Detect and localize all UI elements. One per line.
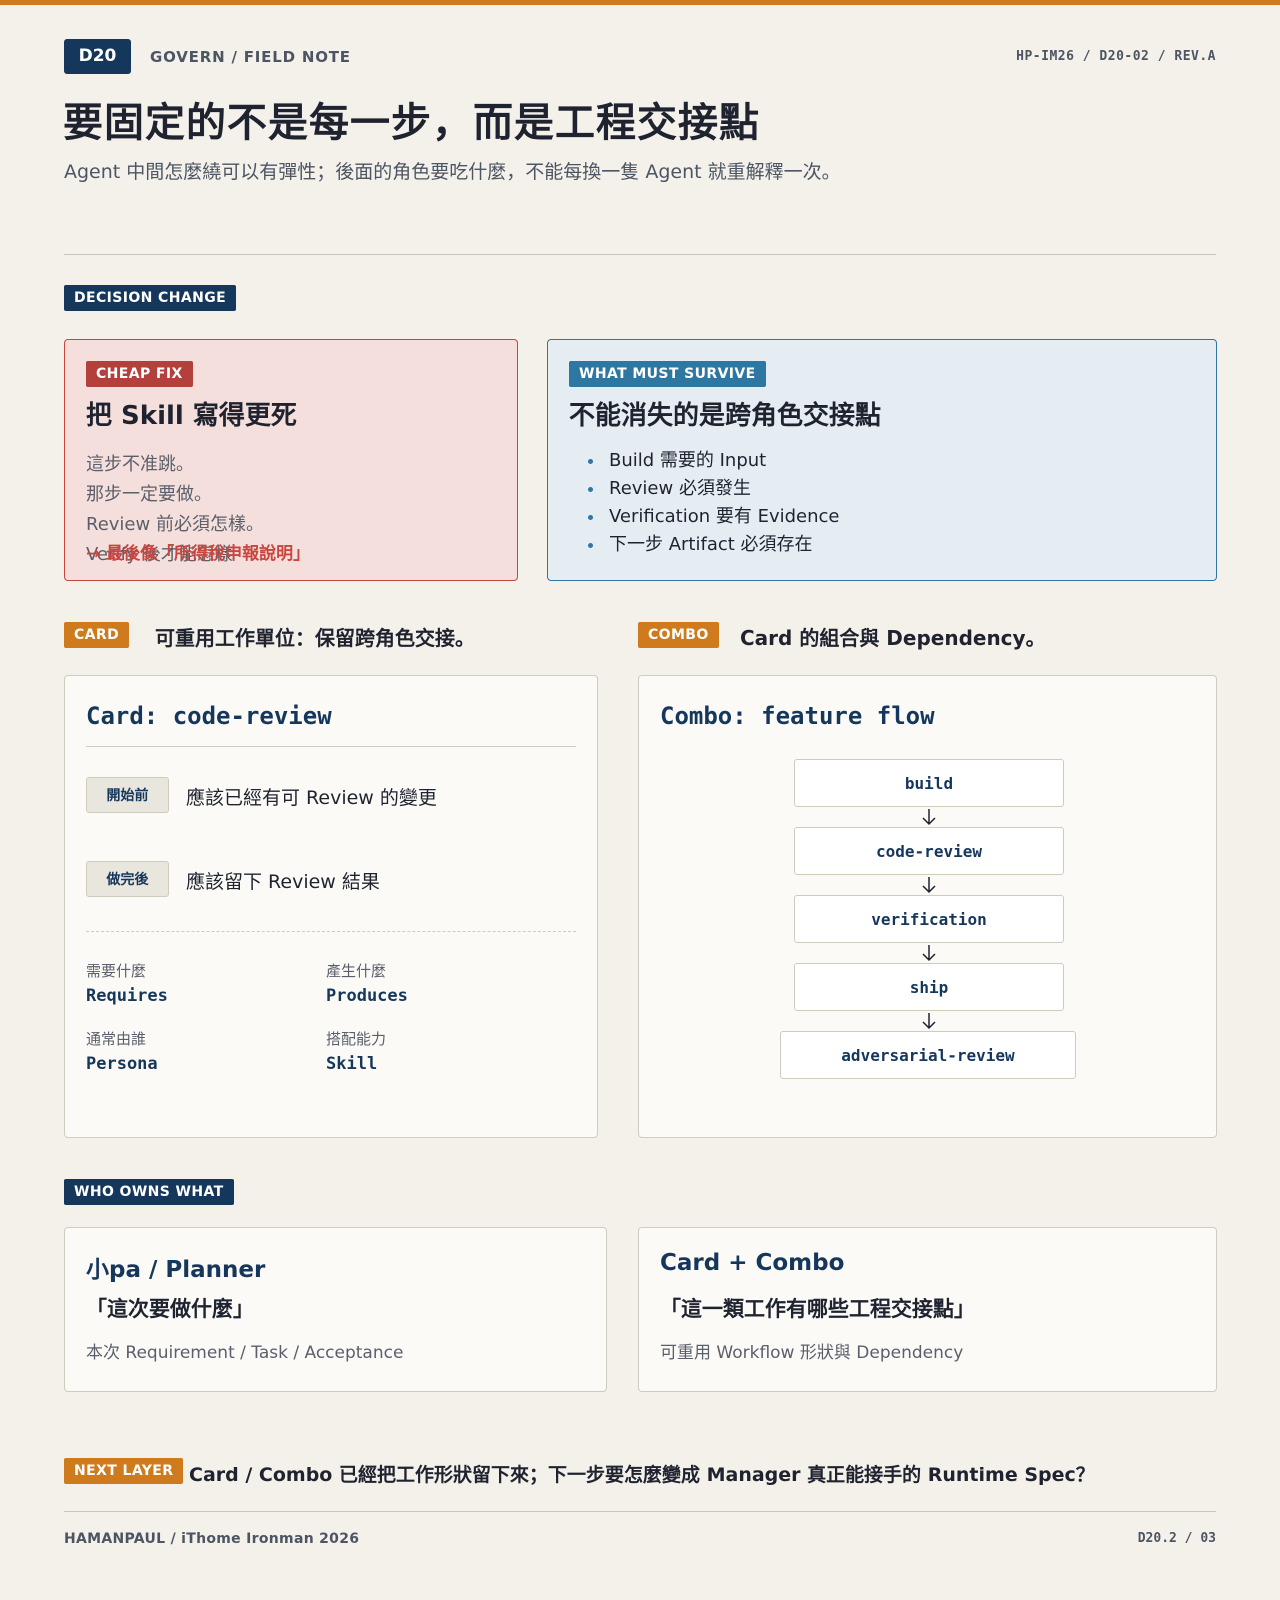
cheap-fix-heading: 把 Skill 寫得更死 — [86, 401, 297, 431]
card-combo-quote: 「這一類工作有哪些工程交接點」 — [660, 1297, 975, 1321]
top-accent-bar — [0, 0, 1280, 5]
skill-value: Skill — [326, 1054, 378, 1074]
produces-value: Produces — [326, 986, 408, 1006]
must-survive-panel: WHAT MUST SURVIVE 不能消失的是跨角色交接點 Build 需要的… — [547, 339, 1217, 581]
footer-credit: HAMANPAUL / iThome Ironman 2026 — [64, 1531, 360, 1547]
after-label: 做完後 — [86, 861, 169, 897]
footer-divider — [64, 1511, 1216, 1512]
flow-step-ship: ship — [794, 963, 1064, 1011]
arrow-down-icon — [922, 877, 936, 894]
cheap-fix-line: Review 前必須怎樣。 — [86, 514, 264, 535]
card-tag: CARD — [64, 622, 130, 648]
cheap-fix-tag: CHEAP FIX — [86, 361, 193, 387]
after-text: 應該留下 Review 結果 — [186, 871, 380, 893]
cheap-fix-conclusion: → 最後像「所得稅申報說明」 — [86, 544, 311, 564]
decision-change-tag: DECISION CHANGE — [64, 285, 237, 311]
persona-value: Persona — [86, 1054, 158, 1074]
before-text: 應該已經有可 Review 的變更 — [186, 787, 437, 809]
requires-value: Requires — [86, 986, 168, 1006]
arrow-down-icon — [922, 809, 936, 826]
list-item: Verification 要有 Evidence — [588, 503, 839, 531]
must-survive-tag: WHAT MUST SURVIVE — [569, 361, 766, 387]
day-code-badge: D20 — [64, 39, 131, 74]
card-title: Card: code-review — [86, 702, 332, 730]
planner-card: 小pa / Planner 「這次要做什麼」 本次 Requirement / … — [64, 1227, 607, 1392]
combo-title: Combo: feature flow — [660, 702, 935, 730]
code-review-card: Card: code-review 開始前 應該已經有可 Review 的變更 … — [64, 675, 598, 1138]
must-survive-list: Build 需要的 Input Review 必須發生 Verification… — [588, 447, 839, 559]
combo-tag: COMBO — [638, 622, 719, 648]
document-id: HP-IM26 / D20-02 / REV.A — [1016, 49, 1216, 64]
planner-quote: 「這次要做什麼」 — [86, 1297, 254, 1321]
cheap-fix-line: 這步不准跳。 — [86, 454, 194, 475]
list-item: 下一步 Artifact 必須存在 — [588, 531, 839, 559]
produces-label: 產生什麼 — [326, 962, 387, 980]
cheap-fix-panel: CHEAP FIX 把 Skill 寫得更死 這步不准跳。 那步一定要做。 Re… — [64, 339, 518, 581]
card-title-rule — [86, 746, 576, 747]
planner-description: 本次 Requirement / Task / Acceptance — [86, 1343, 404, 1363]
next-layer-tag: NEXT LAYER — [64, 1458, 184, 1484]
arrow-down-icon — [922, 1013, 936, 1030]
flow-step-adversarial-review: adversarial-review — [780, 1031, 1076, 1079]
arrow-down-icon — [922, 945, 936, 962]
page-subtitle: Agent 中間怎麼繞可以有彈性；後面的角色要吃什麼，不能每換一隻 Agent … — [64, 161, 841, 183]
requires-label: 需要什麼 — [86, 962, 147, 980]
page-title: 要固定的不是每一步，而是工程交接點 — [63, 100, 760, 146]
cheap-fix-line: 那步一定要做。 — [86, 484, 212, 505]
card-caption: 可重用工作單位：保留跨角色交接。 — [155, 626, 475, 650]
list-item: Review 必須發生 — [588, 475, 839, 503]
flow-step-code-review: code-review — [794, 827, 1064, 875]
header: D20 GOVERN / FIELD NOTE HP-IM26 / D20-02… — [64, 39, 1216, 74]
who-owns-what-tag: WHO OWNS WHAT — [64, 1179, 234, 1205]
combo-card: Combo: feature flow build code-review ve… — [638, 675, 1217, 1138]
combo-caption: Card 的組合與 Dependency。 — [740, 626, 1046, 650]
persona-label: 通常由誰 — [86, 1030, 147, 1048]
card-combo-owner-card: Card + Combo 「這一類工作有哪些工程交接點」 可重用 Workflo… — [638, 1227, 1217, 1392]
planner-title: 小pa / Planner — [86, 1257, 266, 1283]
flow-step-build: build — [794, 759, 1064, 807]
breadcrumb: GOVERN / FIELD NOTE — [150, 48, 351, 66]
card-dashed-divider — [86, 931, 576, 932]
skill-label: 搭配能力 — [326, 1030, 387, 1048]
next-layer-text: Card / Combo 已經把工作形狀留下來；下一步要怎麼變成 Manager… — [189, 1464, 1095, 1486]
before-label: 開始前 — [86, 777, 169, 813]
card-combo-description: 可重用 Workflow 形狀與 Dependency — [660, 1343, 964, 1363]
list-item: Build 需要的 Input — [588, 447, 839, 475]
footer-page-number: D20.2 / 03 — [1137, 1531, 1216, 1546]
must-survive-heading: 不能消失的是跨角色交接點 — [569, 401, 882, 431]
header-divider — [64, 254, 1216, 255]
flow-step-verification: verification — [794, 895, 1064, 943]
card-combo-title: Card + Combo — [660, 1250, 845, 1276]
